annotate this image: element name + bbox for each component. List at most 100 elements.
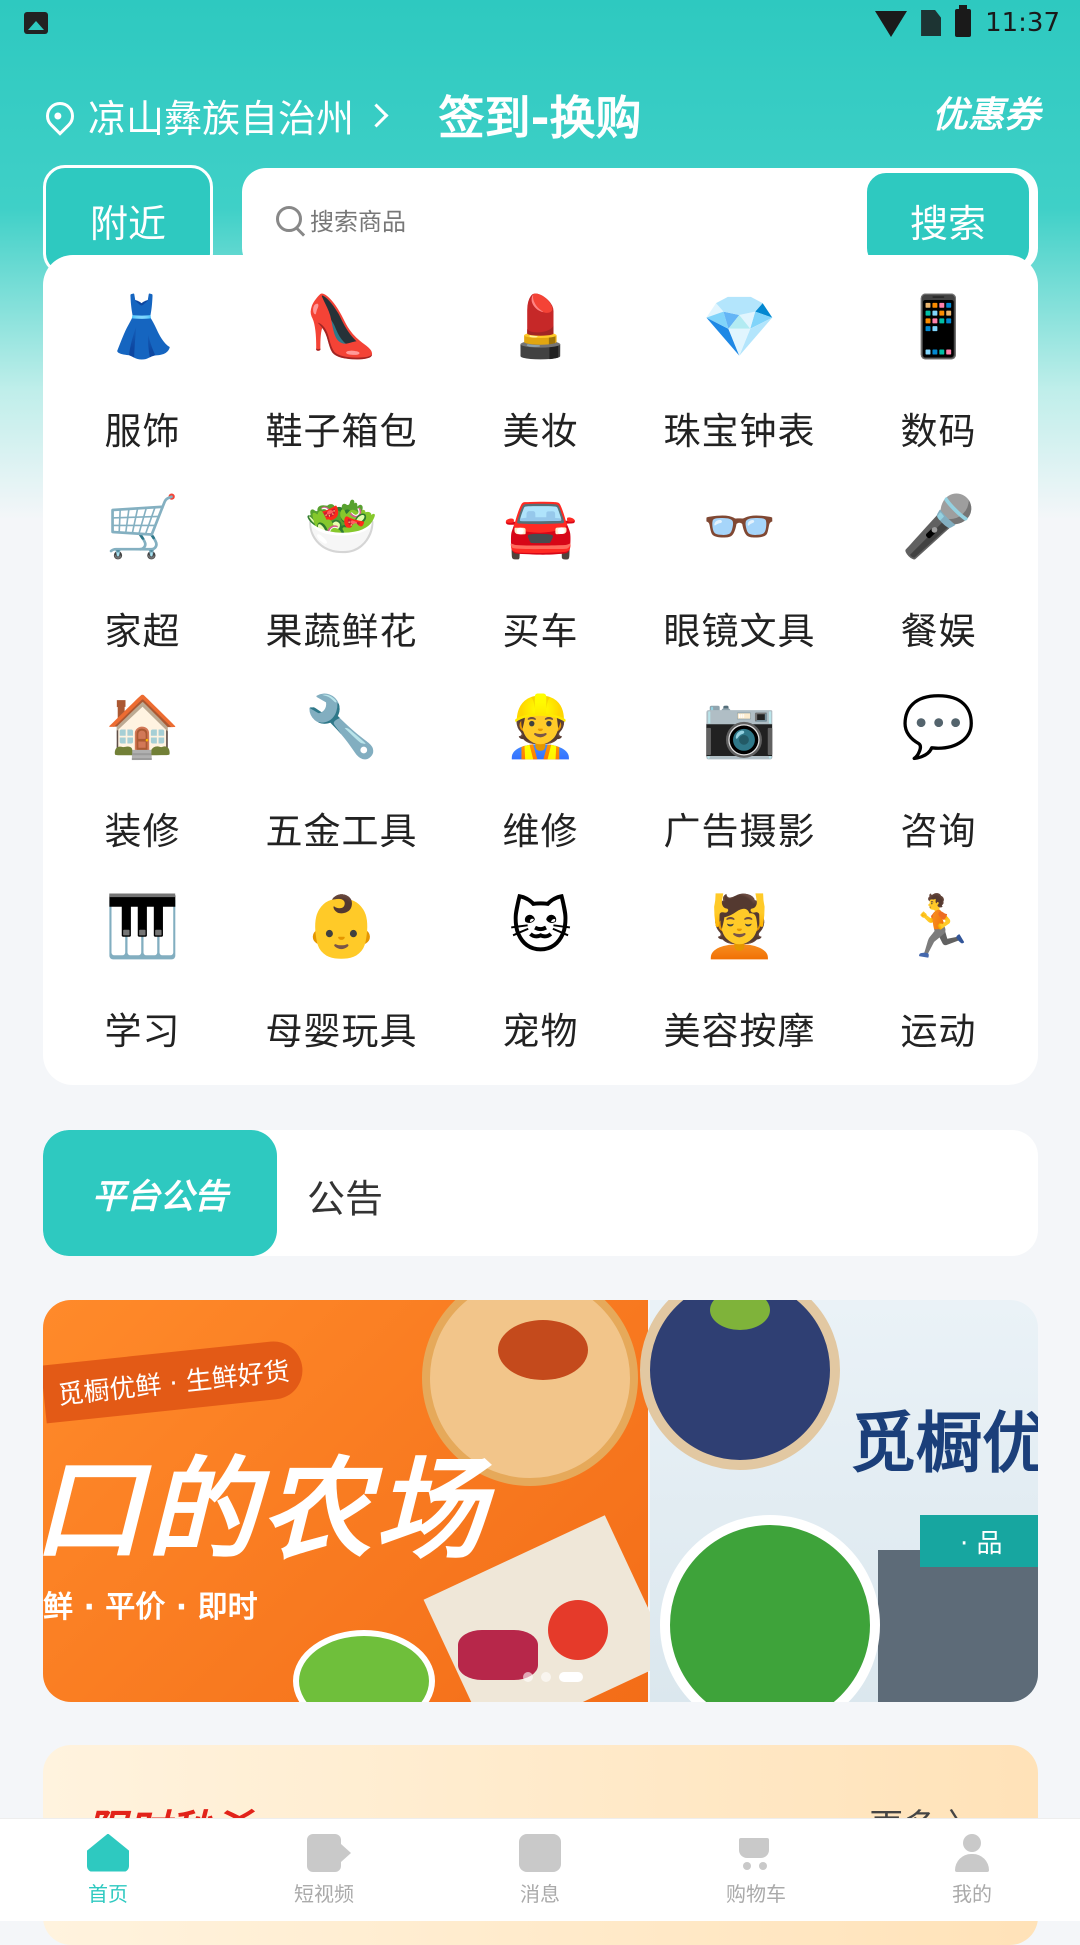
- category-label: 运动: [900, 1010, 977, 1053]
- category-panel: 👗 服饰 👠 鞋子箱包 💄 美妆 💎 珠宝钟表 📱 数码 🛒 家超 🥗 果蔬鲜花 🚘 买车 👓 眼镜文具 🎤 餐娱 🏠 装…: [43, 255, 1038, 1085]
- category-label: 广告摄影: [663, 810, 816, 853]
- baby-icon: 👶: [304, 892, 379, 962]
- spinach-bowl-image: [660, 1515, 880, 1702]
- category-label: 眼镜文具: [663, 610, 816, 653]
- dress-icon: 👗: [105, 292, 180, 362]
- nav-video[interactable]: 短视频: [216, 1819, 432, 1921]
- category-label: 果蔬鲜花: [265, 610, 418, 653]
- coupon-link[interactable]: 优惠券: [932, 86, 1040, 138]
- nav-home[interactable]: 首页: [0, 1819, 216, 1921]
- category-item[interactable]: 💬 咨询: [839, 685, 1038, 885]
- top-header: 凉山彝族自治州 签到-换购 优惠券: [0, 80, 1080, 150]
- cosmetics-icon: 💄: [503, 292, 578, 362]
- battery-icon: [955, 5, 972, 37]
- category-label: 餐娱: [900, 610, 977, 653]
- no-sim-icon: [921, 10, 942, 36]
- banner-tag: 觅橱优鲜 · 生鲜好货: [43, 1338, 306, 1424]
- nav-profile-label: 我的: [952, 1881, 992, 1906]
- home-icon: [87, 1833, 129, 1872]
- category-item[interactable]: 🏃 运动: [839, 885, 1038, 1085]
- banner-slide-farm[interactable]: 觅橱优鲜 · 生鲜好货 口的农场 鲜 · 平价 · 即时: [43, 1300, 673, 1702]
- status-bar: 11:37: [0, 0, 1080, 50]
- category-item[interactable]: 📱 数码: [839, 285, 1038, 485]
- category-item[interactable]: 👶 母婴玩具: [242, 885, 441, 1085]
- category-label: 美容按摩: [663, 1010, 816, 1053]
- category-item[interactable]: 💄 美妆: [441, 285, 640, 485]
- dining-mic-icon: 🎤: [901, 492, 976, 562]
- carousel-dot[interactable]: [541, 1672, 551, 1682]
- page-title[interactable]: 签到-换购: [0, 82, 1080, 148]
- piano-icon: 🎹: [105, 892, 180, 962]
- category-label: 五金工具: [265, 810, 418, 853]
- category-label: 鞋子箱包: [265, 410, 418, 453]
- category-item[interactable]: 🎹 学习: [43, 885, 242, 1085]
- bottom-navigation: 首页 短视频 消息 购物车 我的: [0, 1818, 1080, 1921]
- category-item[interactable]: 🚘 买车: [441, 485, 640, 685]
- nav-video-label: 短视频: [294, 1881, 354, 1906]
- nav-home-label: 首页: [88, 1881, 128, 1906]
- crab-image: [498, 1320, 588, 1380]
- promo-banner[interactable]: 觅橱优鲜 · 生鲜好货 口的农场 鲜 · 平价 · 即时 觅橱优 · 品: [43, 1300, 1038, 1702]
- banner-headline: 口的农场: [43, 1446, 489, 1574]
- tape-measure-icon: 🔧: [304, 692, 379, 762]
- category-label: 装修: [104, 810, 181, 853]
- category-label: 咨询: [900, 810, 977, 853]
- edamame-image: [293, 1630, 435, 1702]
- message-icon: [519, 1833, 561, 1872]
- fruit-basket-icon: 🥗: [304, 492, 379, 562]
- carousel-dot[interactable]: [523, 1672, 533, 1682]
- banner-brand: 觅橱优: [850, 1405, 1038, 1482]
- category-label: 数码: [900, 410, 977, 453]
- nav-messages-label: 消息: [520, 1881, 560, 1906]
- search-icon: [276, 206, 302, 232]
- category-label: 宠物: [502, 1010, 579, 1053]
- category-item[interactable]: 🏠 装修: [43, 685, 242, 885]
- category-item[interactable]: 🎤 餐娱: [839, 485, 1038, 685]
- category-label: 珠宝钟表: [663, 410, 816, 453]
- carousel-dot-active[interactable]: [559, 1672, 583, 1682]
- category-item[interactable]: 👓 眼镜文具: [640, 485, 839, 685]
- shopping-cart-icon: 🛒: [105, 492, 180, 562]
- car-icon: 🚘: [503, 492, 578, 562]
- phone-icon: 📱: [901, 292, 976, 362]
- gallery-icon: [24, 12, 48, 34]
- nav-cart-label: 购物车: [726, 1881, 786, 1906]
- category-item[interactable]: 💆 美容按摩: [640, 885, 839, 1085]
- shoes-bag-icon: 👠: [304, 292, 379, 362]
- category-item[interactable]: 💎 珠宝钟表: [640, 285, 839, 485]
- cloth-image: [878, 1550, 1038, 1702]
- nav-messages[interactable]: 消息: [432, 1819, 648, 1921]
- running-icon: 🏃: [901, 892, 976, 962]
- consultant-icon: 💬: [901, 692, 976, 762]
- wifi-icon: [875, 11, 908, 37]
- category-item[interactable]: 🔧 五金工具: [242, 685, 441, 885]
- category-item[interactable]: 🐱 宠物: [441, 885, 640, 1085]
- category-item[interactable]: 👷 维修: [441, 685, 640, 885]
- status-time: 11:37: [985, 8, 1060, 38]
- category-label: 买车: [502, 610, 579, 653]
- category-item[interactable]: 🥗 果蔬鲜花: [242, 485, 441, 685]
- search-input[interactable]: 搜索商品: [310, 202, 406, 237]
- video-icon: [307, 1833, 351, 1872]
- cat-icon: 🐱: [509, 892, 572, 962]
- carousel-indicator: [523, 1672, 583, 1682]
- repairman-icon: 👷: [503, 692, 578, 762]
- category-label: 维修: [502, 810, 579, 853]
- announcement-text[interactable]: 公告: [307, 1168, 383, 1223]
- banner-subline: 鲜 · 平价 · 即时: [43, 1590, 258, 1625]
- nav-cart[interactable]: 购物车: [648, 1819, 864, 1921]
- category-label: 母婴玩具: [265, 1010, 418, 1053]
- category-label: 美妆: [502, 410, 579, 453]
- nav-profile[interactable]: 我的: [864, 1819, 1080, 1921]
- tomato-image: [548, 1600, 608, 1660]
- category-item[interactable]: 👗 服饰: [43, 285, 242, 485]
- category-item[interactable]: 👠 鞋子箱包: [242, 285, 441, 485]
- category-label: 学习: [104, 1010, 181, 1053]
- category-label: 家超: [104, 610, 181, 653]
- banner-ribbon: · 品: [920, 1515, 1038, 1567]
- announcement-bar[interactable]: 平台公告 公告: [43, 1130, 1038, 1256]
- category-label: 服饰: [104, 410, 181, 453]
- category-item[interactable]: 🛒 家超: [43, 485, 242, 685]
- category-item[interactable]: 📷 广告摄影: [640, 685, 839, 885]
- banner-slide-brand[interactable]: 觅橱优 · 品: [640, 1300, 1038, 1702]
